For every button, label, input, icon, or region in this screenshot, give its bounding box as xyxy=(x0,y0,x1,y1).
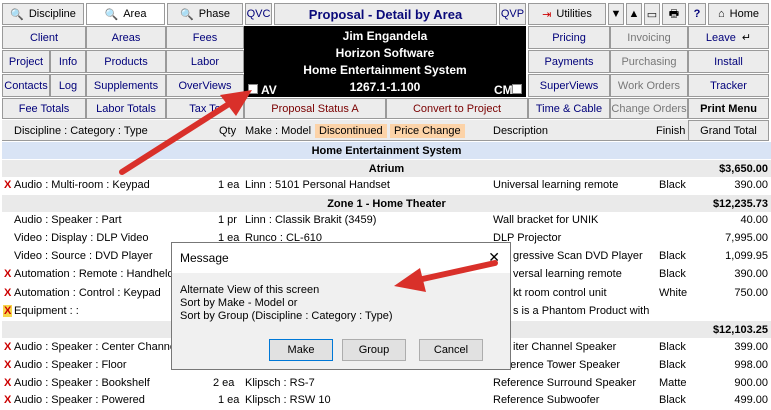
area-header-atrium: Atrium $3,650.00 xyxy=(2,160,771,177)
triangle-down-icon: ▼ xyxy=(610,8,622,20)
proposal-status[interactable]: Proposal Status A xyxy=(244,98,386,119)
work-orders-button[interactable]: Work Orders xyxy=(610,74,688,97)
log-button[interactable]: Log xyxy=(50,74,86,97)
down-arrow-button[interactable]: ▼ xyxy=(608,3,624,25)
home-button[interactable]: ⌂ Home xyxy=(708,3,769,25)
cancel-button[interactable]: Cancel xyxy=(419,339,483,361)
delete-x-icon[interactable]: X xyxy=(4,341,11,353)
area-button[interactable]: 🔍 Area xyxy=(86,3,165,25)
pricing-button[interactable]: Pricing xyxy=(528,26,610,49)
convert-to-project-button[interactable]: Convert to Project xyxy=(386,98,528,119)
make-button[interactable]: Make xyxy=(269,339,333,361)
supplements-button[interactable]: Supplements xyxy=(86,74,166,97)
cm-label: CM xyxy=(494,83,513,97)
page-title: Proposal - Detail by Area xyxy=(274,3,497,25)
system-name: Home Entertainment System xyxy=(303,63,467,77)
time-cable-button[interactable]: Time & Cable xyxy=(528,98,610,119)
area-header-zone1: Zone 1 - Home Theater $12,235.73 xyxy=(2,195,771,212)
cm-checkbox[interactable] xyxy=(512,84,522,94)
delete-x-icon[interactable]: X xyxy=(4,179,11,191)
group-button[interactable]: Group xyxy=(342,339,406,361)
leave-button[interactable]: Leave ↵ xyxy=(688,26,769,49)
project-button[interactable]: Project xyxy=(2,50,50,73)
return-icon: ↵ xyxy=(741,32,752,44)
products-button[interactable]: Products xyxy=(86,50,166,73)
home-icon: ⌂ xyxy=(718,8,725,20)
discipline-button[interactable]: 🔍 Discipline xyxy=(2,3,84,25)
system-header: Home Entertainment System xyxy=(2,142,771,159)
price-change-legend: Price Change xyxy=(390,123,465,138)
delete-x-icon[interactable]: X xyxy=(4,394,11,406)
project-info-panel: Jim Engandela Horizon Software Home Ente… xyxy=(244,26,526,97)
utilities-button[interactable]: ⇥ Utilities xyxy=(528,3,606,25)
up-arrow-button[interactable]: ▲ xyxy=(626,3,642,25)
table-row[interactable]: X Audio : Multi-room : Keypad 1 ea Linn … xyxy=(0,177,771,195)
message-dialog: Message ✕ Alternate View of this screen … xyxy=(171,242,511,370)
proposal-id: 1267.1-1.100 xyxy=(349,80,421,94)
table-row[interactable]: Audio : Speaker : Part 1 pr Linn : Class… xyxy=(0,212,771,230)
av-label: AV xyxy=(261,83,277,97)
dialog-message: Alternate View of this screen Sort by Ma… xyxy=(180,284,393,322)
areas-button[interactable]: Areas xyxy=(86,26,166,49)
qvp-button[interactable]: QVP xyxy=(499,3,526,25)
search-icon: 🔍 xyxy=(180,8,194,21)
payments-button[interactable]: Payments xyxy=(528,50,610,73)
delete-x-icon[interactable]: X xyxy=(4,377,11,389)
search-icon: 🔍 xyxy=(104,8,119,21)
info-button[interactable]: Info xyxy=(50,50,86,73)
help-button[interactable]: ? xyxy=(688,3,706,25)
invoicing-button[interactable]: Invoicing xyxy=(610,26,688,49)
delete-x-icon[interactable]: X xyxy=(4,287,11,299)
search-icon: 🔍 xyxy=(10,8,24,21)
triangle-up-icon: ▲ xyxy=(628,8,640,20)
tax-totals-button[interactable]: Tax To xyxy=(166,98,244,119)
discontinued-legend: Discontinued xyxy=(315,123,387,138)
col-description: Description xyxy=(493,124,549,137)
col-dct[interactable]: Discipline : Category : Type xyxy=(14,120,148,141)
superviews-button[interactable]: SuperViews xyxy=(528,74,610,97)
grand-total-button[interactable]: Grand Total xyxy=(688,120,769,141)
overviews-button[interactable]: OverViews xyxy=(166,74,244,97)
printer-icon: 🖶 xyxy=(668,7,680,20)
install-button[interactable]: Install xyxy=(688,50,769,73)
print-button[interactable]: 🖶 xyxy=(662,3,686,25)
contacts-button[interactable]: Contacts xyxy=(2,74,50,97)
tracker-button[interactable]: Tracker xyxy=(688,74,769,97)
labor-totals-button[interactable]: Labor Totals xyxy=(86,98,166,119)
client-name: Jim Engandela xyxy=(342,29,428,43)
table-row[interactable]: X Audio : Speaker : Bookshelf 2 ea Klips… xyxy=(0,375,771,393)
col-make-model[interactable]: Make : Model xyxy=(245,120,311,141)
delete-x-icon[interactable]: X xyxy=(4,359,11,371)
table-row[interactable]: X Audio : Speaker : Powered 1 ea Klipsch… xyxy=(0,392,771,410)
window-icon: ▭ xyxy=(646,8,658,21)
purchasing-button[interactable]: Purchasing xyxy=(610,50,688,73)
company-name: Horizon Software xyxy=(335,46,435,60)
labor-button[interactable]: Labor xyxy=(166,50,244,73)
fees-button[interactable]: Fees xyxy=(166,26,244,49)
phase-button[interactable]: 🔍 Phase xyxy=(167,3,243,25)
print-menu-button[interactable]: Print Menu xyxy=(688,98,769,119)
close-icon[interactable]: ✕ xyxy=(488,249,500,266)
qvc-button[interactable]: QVC xyxy=(245,3,272,25)
delete-x-icon[interactable]: X xyxy=(4,268,11,280)
change-orders-button[interactable]: Change Orders xyxy=(610,98,688,119)
dialog-title: Message xyxy=(172,243,510,273)
fee-totals-button[interactable]: Fee Totals xyxy=(2,98,86,119)
exit-icon: ⇥ xyxy=(542,8,552,21)
av-checkbox[interactable] xyxy=(248,84,258,94)
client-button[interactable]: Client xyxy=(2,26,86,49)
col-qty: Qty xyxy=(219,124,237,137)
phantom-x-icon[interactable]: X xyxy=(3,305,13,317)
col-finish: Finish xyxy=(656,124,686,137)
window-button[interactable]: ▭ xyxy=(644,3,660,25)
